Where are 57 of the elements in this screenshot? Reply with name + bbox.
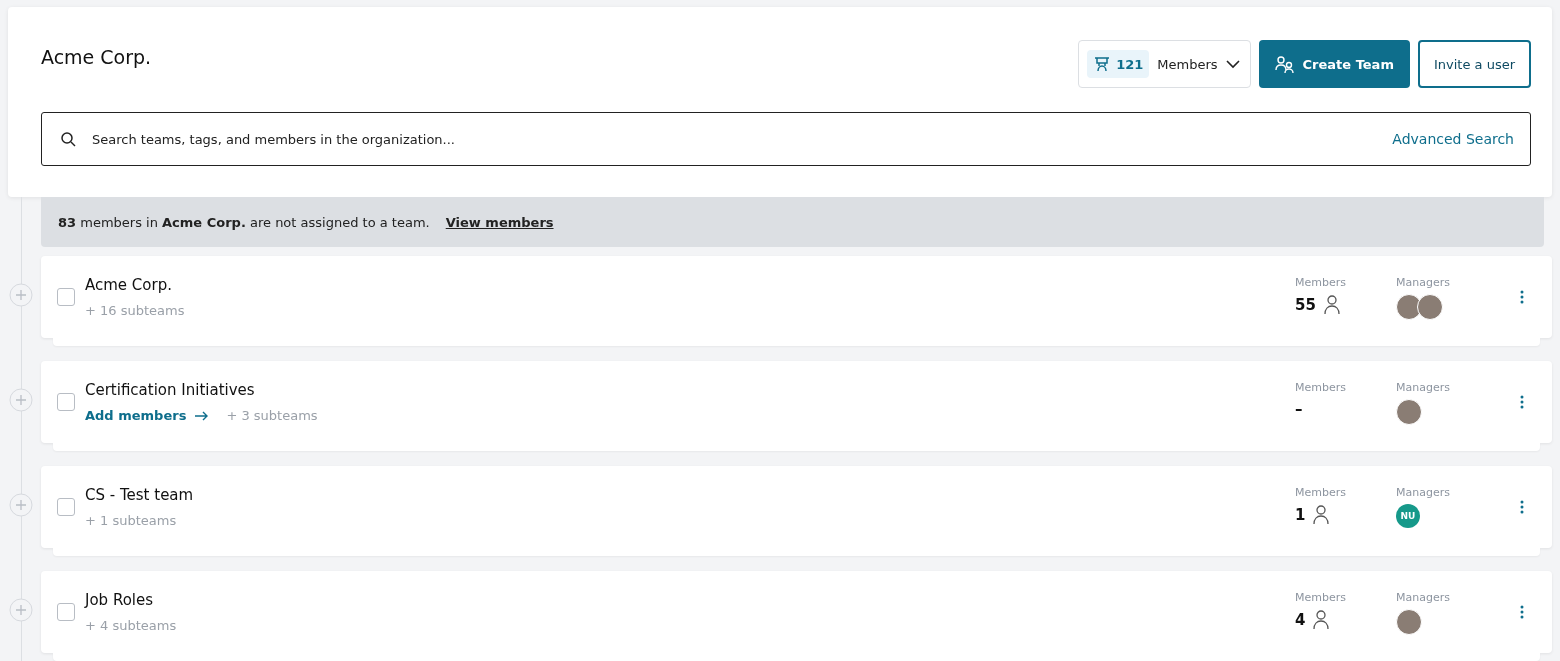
managers-label: Managers xyxy=(1396,276,1451,289)
managers-label: Managers xyxy=(1396,486,1451,499)
managers-label: Managers xyxy=(1396,381,1451,394)
team-name: Job Roles xyxy=(85,591,155,609)
members-dropdown[interactable]: 121 Members xyxy=(1078,40,1251,88)
team-card[interactable]: Certification Initiatives Add members + 3 subteams Members – Managers xyxy=(41,361,1552,443)
team-card[interactable]: CS - Test team + 1 subteams Members 1 Managers NU xyxy=(41,466,1552,548)
expand-icon[interactable] xyxy=(9,283,33,307)
avatar-placeholder xyxy=(1396,609,1422,635)
avatar-placeholder xyxy=(1417,294,1443,320)
more-options-icon[interactable] xyxy=(1520,290,1524,304)
person-icon xyxy=(1323,295,1340,315)
members-count: 55 xyxy=(1295,296,1316,314)
view-members-link[interactable]: View members xyxy=(445,214,554,230)
arrow-right-icon xyxy=(194,410,209,421)
checkbox[interactable] xyxy=(57,498,75,516)
expand-icon[interactable] xyxy=(9,598,33,622)
person-icon xyxy=(1313,505,1330,525)
expand-icon[interactable] xyxy=(9,493,33,517)
checkbox[interactable] xyxy=(57,393,75,411)
organization-title: Acme Corp. xyxy=(41,46,152,68)
avatar-initials: NU xyxy=(1396,504,1420,528)
checkbox[interactable] xyxy=(57,288,75,306)
unassigned-message: 83 members in Acme Corp. are not assigned to a team. xyxy=(58,214,430,230)
subteams-count: + 1 subteams xyxy=(85,513,177,528)
team-name: Acme Corp. xyxy=(85,276,173,294)
members-label: Members xyxy=(1295,591,1347,604)
more-options-icon[interactable] xyxy=(1520,395,1524,409)
avatar-placeholder xyxy=(1396,294,1422,320)
add-members-link[interactable]: Add members xyxy=(85,408,209,423)
team-name: CS - Test team xyxy=(85,486,195,504)
create-team-button[interactable]: Create Team xyxy=(1258,40,1410,88)
members-count-badge: 121 xyxy=(1087,50,1150,78)
person-icon xyxy=(1313,610,1330,630)
members-count: – xyxy=(1295,400,1303,418)
subteams-count: + 3 subteams xyxy=(226,408,318,423)
checkbox[interactable] xyxy=(57,603,75,621)
team-card[interactable]: Acme Corp. + 16 subteams Members 55 Managers xyxy=(41,256,1552,338)
members-label: Members xyxy=(1295,276,1347,289)
members-label: Members xyxy=(1295,381,1347,394)
avatar-placeholder xyxy=(1396,399,1422,425)
subteams-count: + 16 subteams xyxy=(85,303,185,318)
members-label: Members xyxy=(1295,486,1347,499)
team-card[interactable]: Job Roles + 4 subteams Members 4 Managers xyxy=(41,571,1552,653)
expand-icon[interactable] xyxy=(9,388,33,412)
search-field[interactable]: Search teams, tags, and members in the organization... Advanced Search xyxy=(41,112,1531,166)
team-name: Certification Initiatives xyxy=(85,381,256,399)
managers-label: Managers xyxy=(1396,591,1451,604)
search-icon xyxy=(60,131,76,147)
more-options-icon[interactable] xyxy=(1520,605,1524,619)
chevron-down-icon xyxy=(1225,59,1240,69)
more-options-icon[interactable] xyxy=(1520,500,1524,514)
invite-user-button[interactable]: Invite a user xyxy=(1417,40,1531,88)
members-count: 4 xyxy=(1295,611,1306,629)
advanced-search-link[interactable]: Advanced Search xyxy=(1392,131,1514,147)
subteams-count: + 4 subteams xyxy=(85,618,177,633)
members-count: 1 xyxy=(1295,506,1306,524)
